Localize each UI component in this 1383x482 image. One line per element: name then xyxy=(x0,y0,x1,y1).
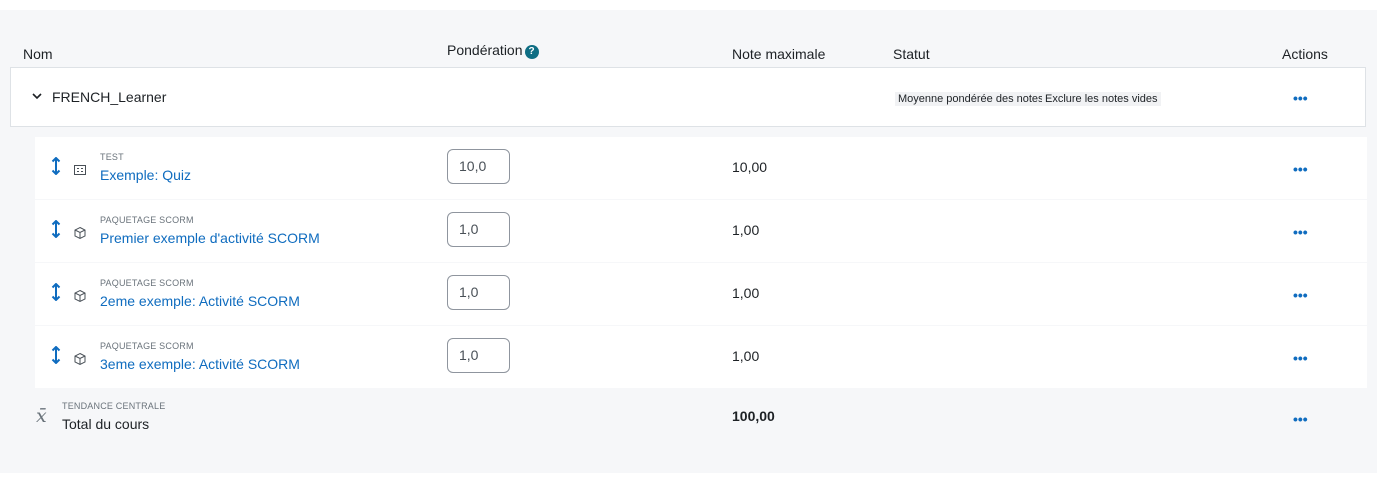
item-type-label: PAQUETAGE SCORM xyxy=(100,215,194,225)
item-max-grade: 1,00 xyxy=(732,285,760,301)
chevron-down-icon[interactable] xyxy=(30,89,44,103)
total-actions-menu-icon[interactable]: ••• xyxy=(1293,412,1308,426)
item-actions-menu-icon[interactable]: ••• xyxy=(1293,225,1308,239)
scorm-package-icon xyxy=(74,289,86,303)
item-actions-menu-icon[interactable]: ••• xyxy=(1293,288,1308,302)
item-actions-menu-icon[interactable]: ••• xyxy=(1293,162,1308,176)
column-header-weight-label: Pondération xyxy=(447,42,523,58)
column-header-status: Statut xyxy=(893,46,930,62)
weight-input[interactable]: 1,0 xyxy=(447,212,510,247)
weight-input[interactable]: 1,0 xyxy=(447,338,510,373)
item-name-link[interactable]: 2eme exemple: Activité SCORM xyxy=(100,293,300,309)
total-type-label: TENDANCE CENTRALE xyxy=(62,401,166,411)
course-total-max-grade: 100,00 xyxy=(732,408,775,424)
weight-input[interactable]: 10,0 xyxy=(447,149,510,184)
column-header-name: Nom xyxy=(23,46,53,62)
scorm-package-icon xyxy=(74,226,86,240)
gradebook-setup-panel: Nom Pondération? Note maximale Statut Ac… xyxy=(0,10,1377,473)
grade-item-row: PAQUETAGE SCORM 3eme exemple: Activité S… xyxy=(35,326,1367,388)
status-badge-exclude-empty: Exclure les notes vides xyxy=(1042,92,1161,106)
category-name: FRENCH_Learner xyxy=(52,89,167,105)
item-name-link[interactable]: Premier exemple d'activité SCORM xyxy=(100,230,320,246)
item-name-link[interactable]: 3eme exemple: Activité SCORM xyxy=(100,356,300,372)
item-max-grade: 10,00 xyxy=(732,159,768,175)
move-icon[interactable] xyxy=(51,346,61,364)
item-type-label: TEST xyxy=(100,152,124,162)
column-header-max-grade: Note maximale xyxy=(732,46,826,62)
scorm-package-icon xyxy=(74,352,86,366)
move-icon[interactable] xyxy=(51,220,61,238)
move-icon[interactable] xyxy=(51,157,61,175)
item-actions-menu-icon[interactable]: ••• xyxy=(1293,351,1308,365)
item-max-grade: 1,00 xyxy=(732,348,760,364)
column-header-weight: Pondération? xyxy=(447,42,539,59)
item-name-link[interactable]: Exemple: Quiz xyxy=(100,167,191,183)
grade-item-row: TEST Exemple: Quiz 10,0 10,00 ••• xyxy=(35,137,1367,199)
move-icon[interactable] xyxy=(51,283,61,301)
quiz-icon xyxy=(74,165,86,175)
grade-item-row: PAQUETAGE SCORM 2eme exemple: Activité S… xyxy=(35,263,1367,325)
column-header-actions: Actions xyxy=(1282,46,1328,62)
item-type-label: PAQUETAGE SCORM xyxy=(100,278,194,288)
category-actions-menu-icon[interactable]: ••• xyxy=(1293,91,1308,105)
item-type-label: PAQUETAGE SCORM xyxy=(100,341,194,351)
item-max-grade: 1,00 xyxy=(732,222,760,238)
grade-item-row: PAQUETAGE SCORM Premier exemple d'activi… xyxy=(35,200,1367,262)
course-total-name: Total du cours xyxy=(62,416,150,432)
category-row: FRENCH_Learner Moyenne pondérée des note… xyxy=(10,67,1366,127)
mean-x-bar-icon: x̄ xyxy=(36,405,47,427)
status-badge-weighted-mean: Moyenne pondérée des notes xyxy=(895,92,1047,106)
weight-input[interactable]: 1,0 xyxy=(447,275,510,310)
help-icon[interactable]: ? xyxy=(524,45,539,59)
